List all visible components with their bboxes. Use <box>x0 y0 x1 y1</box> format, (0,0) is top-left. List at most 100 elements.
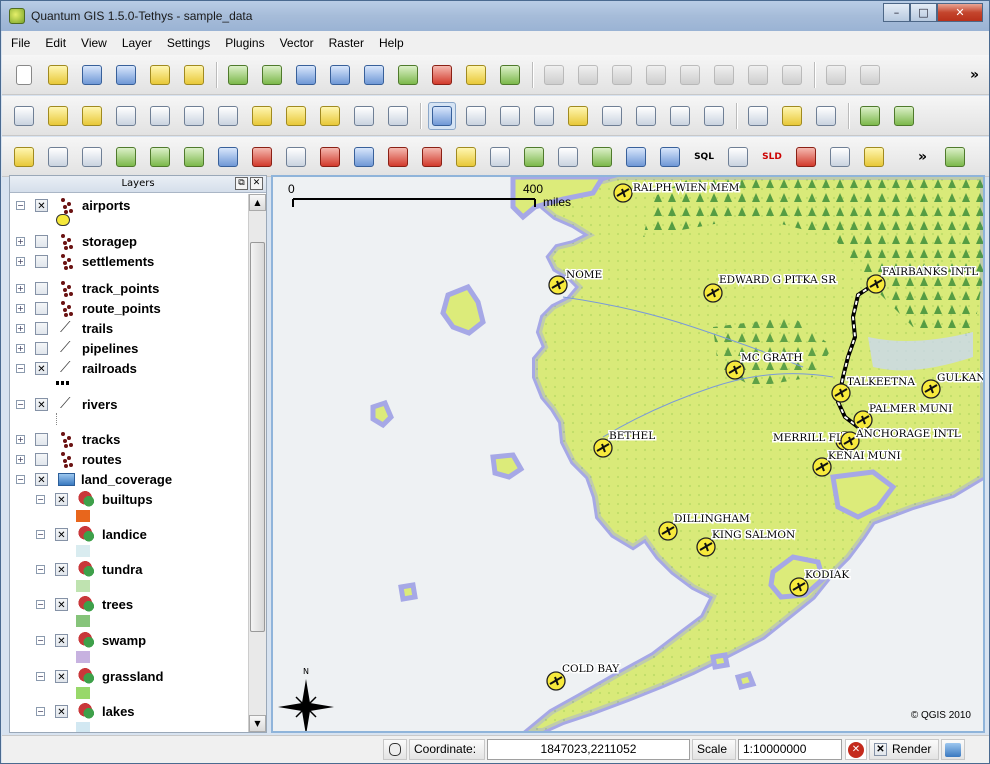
select-features-button[interactable] <box>44 102 72 130</box>
layer-visibility-checkbox[interactable] <box>55 597 68 611</box>
zoom-out-button[interactable] <box>496 102 524 130</box>
layer-item-route-points[interactable]: + route_points <box>16 299 161 317</box>
menu-raster[interactable]: Raster <box>328 34 365 52</box>
measure-line-button[interactable] <box>146 102 174 130</box>
georeferencer-button[interactable] <box>44 143 72 171</box>
undo-button[interactable] <box>822 61 850 89</box>
zoom-in-button[interactable] <box>462 102 490 130</box>
redo-button[interactable] <box>856 61 884 89</box>
deselect-button[interactable] <box>78 102 106 130</box>
layer-item-track-points[interactable]: + track_points <box>16 279 159 297</box>
save-edits-button[interactable] <box>574 61 602 89</box>
remove-layer-button[interactable] <box>428 61 456 89</box>
pdf-export-button[interactable] <box>384 143 412 171</box>
add-raster-layer-button[interactable] <box>258 61 286 89</box>
scale-bar-button[interactable] <box>486 143 514 171</box>
layer-visibility-checkbox[interactable] <box>55 633 68 647</box>
grass-display-button[interactable] <box>146 143 174 171</box>
menu-help[interactable]: Help <box>378 34 405 52</box>
new-project-button[interactable] <box>10 61 38 89</box>
layer-item-railroads[interactable]: − railroads <box>16 358 137 377</box>
identify-button[interactable] <box>10 102 38 130</box>
map-canvas[interactable]: 0 400 miles N RALPH WIEN MEM NOME EDWARD G… <box>271 175 985 733</box>
plugin-tool-2-button[interactable] <box>778 102 806 130</box>
render-toggle[interactable]: Render <box>869 739 939 760</box>
layer-item-land-coverage[interactable]: − land_coverage <box>16 470 172 488</box>
layer-item-pipelines[interactable]: + pipelines <box>16 338 138 357</box>
layer-item-storagep[interactable]: + storagep <box>16 232 137 250</box>
python-button[interactable] <box>792 143 820 171</box>
coordinate-field[interactable]: 1847023,2211052 <box>487 739 690 760</box>
layer-visibility-checkbox[interactable] <box>35 281 48 295</box>
layer-item-landice[interactable]: − landice <box>36 525 147 543</box>
layer-item-rivers[interactable]: − rivers <box>16 394 117 413</box>
add-postgis-layer-button[interactable] <box>292 61 320 89</box>
layer-visibility-checkbox[interactable] <box>55 704 68 718</box>
save-as-button[interactable] <box>112 61 140 89</box>
minimize-button[interactable]: – <box>883 3 910 22</box>
copy-features-button[interactable] <box>744 61 772 89</box>
measure-angle-button[interactable] <box>214 102 242 130</box>
layer-visibility-checkbox[interactable] <box>35 254 48 268</box>
add-vector-layer-button[interactable] <box>224 61 252 89</box>
layer-visibility-checkbox[interactable] <box>55 562 68 576</box>
menu-plugins[interactable]: Plugins <box>224 34 265 52</box>
layer-visibility-checkbox[interactable] <box>35 472 48 486</box>
layer-item-airports[interactable]: − airports <box>16 196 130 214</box>
collapse-icon[interactable]: − <box>16 474 25 484</box>
gps-tools-button[interactable] <box>10 143 38 171</box>
layer-item-tundra[interactable]: − tundra <box>36 560 142 578</box>
pdf-map-button[interactable] <box>418 143 446 171</box>
collapse-icon[interactable]: − <box>36 564 45 574</box>
extra-plugin-button[interactable] <box>941 143 969 171</box>
layer-visibility-checkbox[interactable] <box>35 198 48 212</box>
navigation-button[interactable] <box>656 143 684 171</box>
delete-selected-button[interactable] <box>676 61 704 89</box>
layer-item-tracks[interactable]: + tracks <box>16 430 120 448</box>
layer-visibility-checkbox[interactable] <box>55 669 68 683</box>
expand-icon[interactable]: + <box>16 323 25 333</box>
zoom-to-layer-button[interactable] <box>598 102 626 130</box>
vector-tools-button[interactable] <box>554 143 582 171</box>
dxf-export-button[interactable] <box>622 143 650 171</box>
collapse-icon[interactable]: − <box>36 529 45 539</box>
plugin-tool-3-button[interactable] <box>812 102 840 130</box>
save-project-button[interactable] <box>78 61 106 89</box>
measure-area-button[interactable] <box>180 102 208 130</box>
close-button[interactable]: ✕ <box>937 3 983 22</box>
new-print-composer-button[interactable] <box>146 61 174 89</box>
menu-vector[interactable]: Vector <box>279 34 315 52</box>
toggle-editing-button[interactable] <box>540 61 568 89</box>
zoom-next-button[interactable] <box>666 102 694 130</box>
expand-icon[interactable]: + <box>16 434 25 444</box>
layer-visibility-checkbox[interactable] <box>55 527 68 541</box>
add-spatialite-layer-button[interactable] <box>326 61 354 89</box>
grass-tools-button[interactable] <box>112 143 140 171</box>
color-ramp-button[interactable] <box>452 143 480 171</box>
menu-file[interactable]: File <box>10 34 31 52</box>
layer-visibility-checkbox[interactable] <box>35 452 48 466</box>
stop-render-button[interactable]: ✕ <box>845 739 867 760</box>
scroll-up-icon[interactable]: ▲ <box>249 194 266 211</box>
layer-item-builtups[interactable]: − builtups <box>36 490 153 508</box>
heatmap-button[interactable] <box>248 143 276 171</box>
north-arrow-button[interactable] <box>282 143 310 171</box>
open-project-button[interactable] <box>44 61 72 89</box>
digitize-button[interactable] <box>856 102 884 130</box>
node-tool-button[interactable] <box>642 61 670 89</box>
projection-button[interactable] <box>941 739 965 760</box>
render-checkbox[interactable] <box>874 743 887 756</box>
spatial-query-button[interactable] <box>588 143 616 171</box>
composer-manager-button[interactable] <box>180 61 208 89</box>
copyright-label-button[interactable] <box>316 143 344 171</box>
collapse-icon[interactable]: − <box>36 671 45 681</box>
menu-settings[interactable]: Settings <box>166 34 211 52</box>
label-tool-button[interactable] <box>350 102 378 130</box>
layer-visibility-checkbox[interactable] <box>35 341 48 355</box>
expand-icon[interactable]: + <box>16 283 25 293</box>
menu-view[interactable]: View <box>80 34 108 52</box>
raster-calc-button[interactable] <box>520 143 548 171</box>
layer-visibility-checkbox[interactable] <box>35 361 48 375</box>
layer-visibility-checkbox[interactable] <box>35 397 48 411</box>
collapse-icon[interactable]: − <box>36 635 45 645</box>
